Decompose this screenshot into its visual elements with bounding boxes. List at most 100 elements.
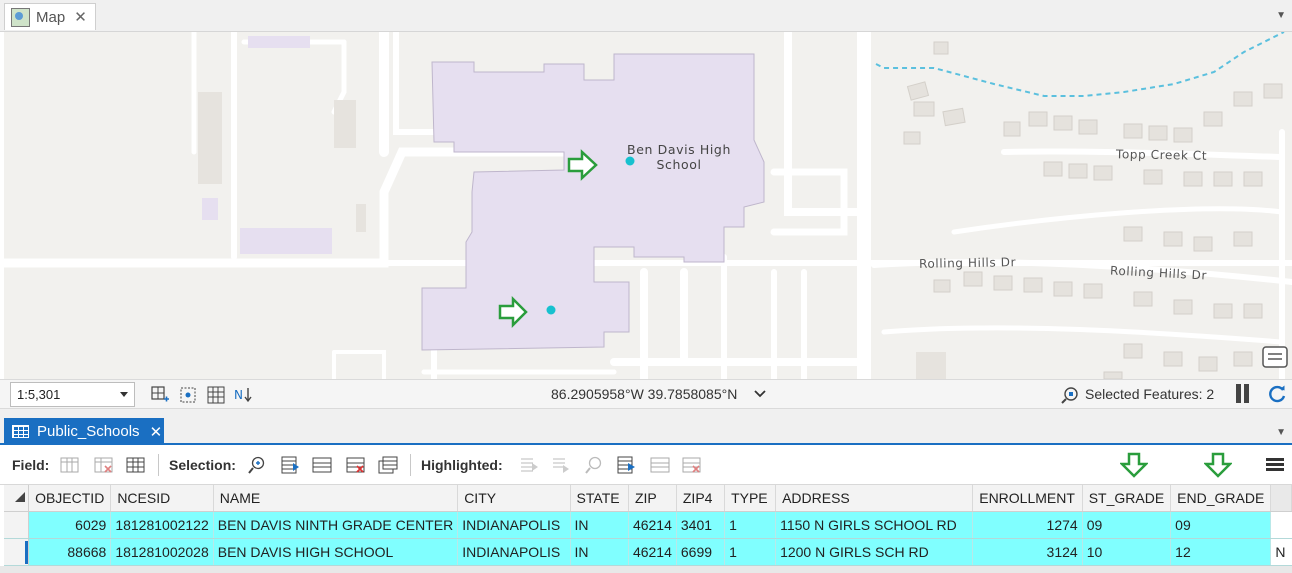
table-tab-bar: Public_Schools ✕ ▼ (0, 409, 1292, 445)
cell-city[interactable]: INDIANAPOLIS (457, 538, 571, 566)
cell-address[interactable]: 1200 N GIRLS SCH RD (775, 538, 974, 566)
row-selector[interactable] (4, 538, 30, 566)
close-icon[interactable]: ✕ (150, 423, 163, 441)
cell-enrollment[interactable]: 1274 (972, 511, 1083, 539)
cell-zip[interactable]: 46214 (628, 511, 677, 539)
scale-value: 1:5,301 (17, 387, 61, 402)
table-icon (12, 425, 29, 438)
column-header[interactable]: NAME (213, 485, 459, 512)
highlight-copy-icon[interactable] (551, 455, 571, 475)
map-label-street: Topp Creek Ct (1115, 147, 1208, 163)
column-header[interactable]: TYPE (724, 485, 777, 512)
map-label-street: Rolling Hills Dr (918, 255, 1017, 271)
column-header[interactable]: NCESID (110, 485, 214, 512)
north-arrow-icon[interactable]: N (234, 385, 254, 405)
highlight-select-all-icon[interactable] (650, 455, 670, 475)
cell-end-grade[interactable]: 09 (1170, 511, 1272, 539)
pause-icon[interactable] (1234, 384, 1252, 404)
column-header[interactable]: STATE (570, 485, 629, 512)
delete-field-icon[interactable] (94, 455, 114, 475)
column-header[interactable]: ENROLLMENT (972, 485, 1083, 512)
highlight-switch-icon[interactable] (519, 455, 539, 475)
tab-map[interactable]: Map ✕ (4, 3, 96, 30)
attribute-table: OBJECTID NCESID NAME CITY STATE ZIP ZIP4… (4, 485, 1292, 566)
column-header-overflow (1270, 485, 1292, 512)
column-header[interactable]: CITY (457, 485, 571, 512)
cell-type[interactable]: 1 (724, 538, 777, 566)
cell-name[interactable]: BEN DAVIS HIGH SCHOOL (213, 538, 459, 566)
selection-zoom-icon[interactable] (1060, 385, 1080, 405)
cell-zip[interactable]: 46214 (628, 538, 677, 566)
cell-ncesid[interactable]: 181281002028 (110, 538, 214, 566)
selection-label: Selection: (169, 457, 236, 473)
row-selector[interactable] (4, 511, 30, 539)
svg-text:N: N (234, 388, 243, 402)
table-header-row: OBJECTID NCESID NAME CITY STATE ZIP ZIP4… (4, 485, 1292, 512)
table-scrollbar[interactable] (0, 566, 1292, 573)
cell-state[interactable]: IN (570, 538, 629, 566)
table-toolbar: Field: Selection: Highlighted: (0, 445, 1292, 485)
cell-city[interactable]: INDIANAPOLIS (457, 511, 571, 539)
zoom-to-highlighted-icon[interactable] (584, 455, 604, 475)
highlight-table-icon[interactable] (616, 455, 636, 475)
toolbar-divider (410, 454, 411, 476)
snapping-icon[interactable] (178, 385, 198, 405)
select-all-icon[interactable] (312, 455, 332, 475)
unhighlight-icon[interactable] (682, 455, 702, 475)
coordinate-readout: 86.2905958°W 39.7858085°N (551, 386, 738, 402)
refresh-icon[interactable] (1266, 383, 1288, 405)
cell-zip4[interactable]: 3401 (676, 511, 726, 539)
legend-icon[interactable] (1260, 344, 1290, 370)
select-all-corner[interactable] (4, 485, 30, 512)
cell-overflow (1270, 511, 1292, 539)
grid-add-icon[interactable] (150, 385, 170, 405)
copy-selection-icon[interactable] (378, 455, 398, 475)
chevron-down-icon[interactable]: ▼ (1276, 427, 1286, 438)
selected-features-count: Selected Features: 2 (1085, 386, 1215, 402)
chevron-down-icon[interactable]: ▼ (1276, 10, 1286, 21)
map-view[interactable]: Ben Davis High School Topp Creek Ct Roll… (4, 32, 1292, 379)
column-header[interactable]: OBJECTID (28, 485, 112, 512)
map-tab-bar: Map ✕ ▼ (0, 0, 1292, 32)
cell-zip4[interactable]: 6699 (676, 538, 726, 566)
column-header[interactable]: END_GRADE (1170, 485, 1272, 512)
map-canvas (4, 32, 1292, 379)
cell-address[interactable]: 1150 N GIRLS SCHOOL RD (775, 511, 974, 539)
cell-type[interactable]: 1 (724, 511, 777, 539)
cell-objectid[interactable]: 88668 (28, 538, 112, 566)
table-row[interactable]: 88668 181281002028 BEN DAVIS HIGH SCHOOL… (4, 538, 1292, 566)
cell-name[interactable]: BEN DAVIS NINTH GRADE CENTER (213, 511, 459, 539)
cell-enrollment[interactable]: 3124 (972, 538, 1083, 566)
tab-public-schools[interactable]: Public_Schools ✕ (4, 418, 164, 445)
column-header[interactable]: ZIP (628, 485, 677, 512)
cell-ncesid[interactable]: 181281002122 (110, 511, 214, 539)
map-icon (11, 7, 30, 27)
chevron-down-icon (120, 392, 128, 397)
calculate-field-icon[interactable] (126, 455, 146, 475)
cell-state[interactable]: IN (570, 511, 629, 539)
cell-overflow: N (1270, 538, 1292, 566)
column-header[interactable]: ST_GRADE (1082, 485, 1172, 512)
cell-objectid[interactable]: 6029 (28, 511, 112, 539)
clear-selection-icon[interactable] (346, 455, 366, 475)
scale-dropdown[interactable]: 1:5,301 (10, 382, 135, 407)
table-row[interactable]: 6029 181281002122 BEN DAVIS NINTH GRADE … (4, 511, 1292, 539)
close-icon[interactable]: ✕ (74, 8, 87, 26)
map-label-school[interactable]: Ben Davis High School (624, 142, 734, 172)
highlighted-label: Highlighted: (421, 457, 503, 473)
hamburger-menu-icon[interactable] (1266, 458, 1284, 472)
toolbar-divider (158, 454, 159, 476)
tab-public-schools-label: Public_Schools (37, 423, 140, 440)
map-status-bar: 1:5,301 N 86.2905958°W 39.7858085°N Sele… (0, 379, 1292, 409)
cell-end-grade[interactable]: 12 (1170, 538, 1272, 566)
column-header[interactable]: ZIP4 (676, 485, 726, 512)
field-label: Field: (12, 457, 50, 473)
table-grid-icon[interactable] (206, 385, 226, 405)
add-field-icon[interactable] (60, 455, 80, 475)
chevron-down-icon[interactable] (753, 389, 767, 399)
cell-st-grade[interactable]: 09 (1082, 511, 1172, 539)
column-header[interactable]: ADDRESS (775, 485, 974, 512)
switch-selection-icon[interactable] (280, 455, 300, 475)
cell-st-grade[interactable]: 10 (1082, 538, 1172, 566)
zoom-to-selection-icon[interactable] (247, 455, 267, 475)
